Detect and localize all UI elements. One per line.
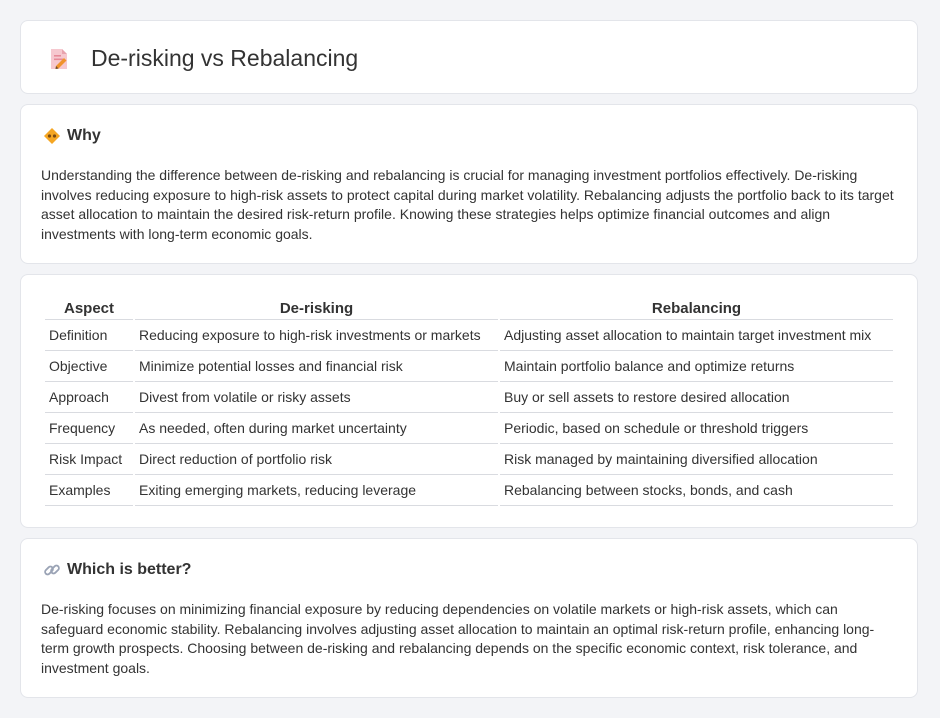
row-derisking: Minimize potential losses and financial …	[135, 351, 498, 382]
row-derisking: Reducing exposure to high-risk investmen…	[135, 320, 498, 351]
row-derisking: Divest from volatile or risky assets	[135, 382, 498, 413]
row-aspect: Risk Impact	[45, 444, 133, 475]
title-row: De-risking vs Rebalancing	[47, 45, 358, 72]
row-aspect: Examples	[45, 475, 133, 506]
row-derisking: Direct reduction of portfolio risk	[135, 444, 498, 475]
row-rebalancing: Rebalancing between stocks, bonds, and c…	[500, 475, 893, 506]
table-header-row: Aspect De-risking Rebalancing	[45, 297, 893, 320]
which-better-card: Which is better? De-risking focuses on m…	[20, 538, 918, 698]
table-row: Definition Reducing exposure to high-ris…	[45, 320, 893, 351]
better-heading: Which is better?	[43, 561, 191, 579]
page-title: De-risking vs Rebalancing	[91, 45, 359, 71]
comparison-card: Aspect De-risking Rebalancing Definition…	[20, 274, 918, 528]
row-rebalancing: Buy or sell assets to restore desired al…	[500, 382, 893, 413]
why-title: Why	[67, 127, 101, 144]
table-row: Risk Impact Direct reduction of portfoli…	[45, 444, 893, 475]
row-rebalancing: Adjusting asset allocation to maintain t…	[500, 320, 893, 351]
table-row: Objective Minimize potential losses and …	[45, 351, 893, 382]
row-rebalancing: Maintain portfolio balance and optimize …	[500, 351, 893, 382]
diamond-sign-icon	[44, 128, 60, 144]
header-card: De-risking vs Rebalancing	[20, 20, 918, 94]
row-derisking: Exiting emerging markets, reducing lever…	[135, 475, 498, 506]
row-aspect: Approach	[45, 382, 133, 413]
table-row: Approach Divest from volatile or risky a…	[45, 382, 893, 413]
row-rebalancing: Periodic, based on schedule or threshold…	[500, 413, 893, 444]
document-pencil-icon	[51, 48, 67, 69]
better-text: De-risking focuses on minimizing financi…	[41, 601, 875, 676]
table-row: Frequency As needed, often during market…	[45, 413, 893, 444]
row-aspect: Objective	[45, 351, 133, 382]
row-aspect: Frequency	[45, 413, 133, 444]
table-row: Examples Exiting emerging markets, reduc…	[45, 475, 893, 506]
why-heading: Why	[43, 127, 101, 145]
row-aspect: Definition	[45, 320, 133, 351]
comparison-table: Aspect De-risking Rebalancing Definition…	[43, 297, 895, 506]
header-derisking: De-risking	[135, 297, 498, 320]
row-derisking: As needed, often during market uncertain…	[135, 413, 498, 444]
header-rebalancing: Rebalancing	[500, 297, 893, 320]
link-icon	[44, 564, 60, 576]
why-card: Why Understanding the difference between…	[20, 104, 918, 264]
better-title: Which is better?	[67, 561, 192, 578]
why-text: Understanding the difference between de-…	[41, 167, 894, 242]
header-aspect: Aspect	[45, 297, 133, 320]
row-rebalancing: Risk managed by maintaining diversified …	[500, 444, 893, 475]
